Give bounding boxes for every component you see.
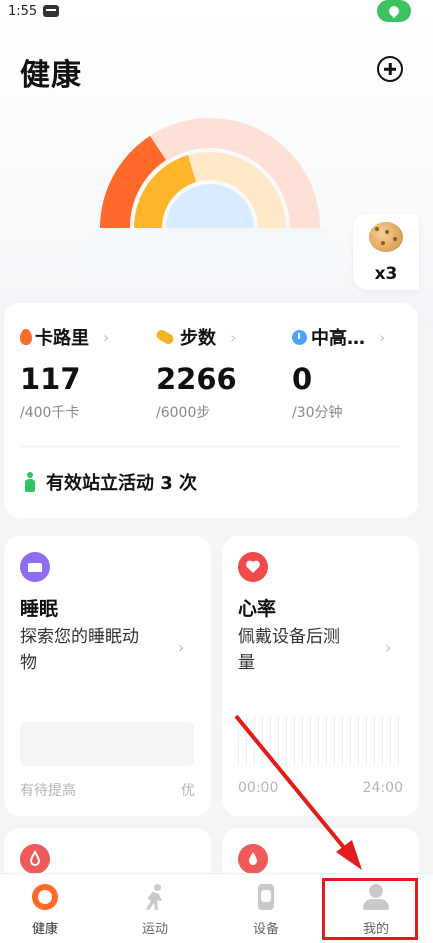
add-button[interactable] xyxy=(377,56,403,82)
bed-icon xyxy=(20,552,50,582)
sleep-desc-line: 物 xyxy=(20,653,37,673)
status-bar: 1:55 xyxy=(0,0,433,22)
location-pin-icon xyxy=(386,3,402,19)
location-pill[interactable] xyxy=(377,0,411,22)
page-title: 健康 xyxy=(20,58,82,93)
heart-rate-chart xyxy=(238,716,402,766)
heart-desc-line: 佩戴设备后测 xyxy=(238,627,340,647)
heart-time-start: 00:00 xyxy=(238,780,279,796)
chevron-right-icon: › xyxy=(379,327,386,347)
sleep-scale-low: 有待提高 xyxy=(20,783,76,799)
activity-rings[interactable] xyxy=(90,108,330,288)
stand-text: 有效站立活动 3 次 xyxy=(46,473,198,494)
stand-activity-row[interactable]: 有效站立活动 3 次 xyxy=(24,469,197,495)
fire-icon xyxy=(20,329,32,345)
stat-goal: /6000步 xyxy=(156,405,211,421)
stat-label: 步数 xyxy=(180,328,216,349)
tab-device[interactable]: 设备 xyxy=(231,884,301,937)
status-time: 1:55 xyxy=(8,3,38,19)
divider xyxy=(20,446,402,447)
chevron-right-icon: › xyxy=(385,638,392,657)
chevron-right-icon: › xyxy=(178,638,185,657)
person-standing-icon xyxy=(24,472,36,492)
sleep-card[interactable]: 睡眠 探索您的睡眠动 物 › 有待提高 优 xyxy=(4,536,211,816)
stat-value: 117 xyxy=(20,362,81,396)
heart-desc-line: 量 xyxy=(238,653,255,673)
tab-exercise[interactable]: 运动 xyxy=(120,884,190,937)
stat-steps[interactable]: 步数 › 2266 /6000步 xyxy=(154,325,237,422)
sleep-title: 睡眠 xyxy=(20,598,59,620)
watch-icon xyxy=(253,884,279,910)
badge-count: x3 xyxy=(374,264,398,284)
sleep-scale-high: 优 xyxy=(181,783,195,799)
clock-icon xyxy=(292,329,307,345)
stat-value: 2266 xyxy=(156,362,237,396)
sleep-quality-bar xyxy=(20,722,194,766)
stat-goal: /30分钟 xyxy=(292,405,343,421)
message-icon xyxy=(43,5,60,17)
stat-active-minutes[interactable]: 中高… › 0 /30分钟 xyxy=(292,325,385,422)
drop-icon xyxy=(20,844,50,874)
tab-label: 设备 xyxy=(252,922,279,937)
heart-time-end: 24:00 xyxy=(362,780,403,796)
tab-health[interactable]: 健康 xyxy=(10,884,80,937)
reward-badge[interactable]: x3 xyxy=(353,214,419,290)
tab-label: 健康 xyxy=(31,922,58,937)
sleep-description: 探索您的睡眠动 物 xyxy=(20,624,139,676)
cookie-icon xyxy=(369,222,403,252)
heart-rate-card[interactable]: 心率 佩戴设备后测 量 › 00:00 24:00 xyxy=(222,536,419,816)
health-ring-icon xyxy=(32,884,58,910)
heart-description: 佩戴设备后测 量 xyxy=(238,624,340,676)
stat-value: 0 xyxy=(292,362,313,396)
stat-label: 中高… xyxy=(311,328,365,349)
chevron-right-icon: › xyxy=(103,327,110,347)
heart-icon xyxy=(238,552,268,582)
stat-label: 卡路里 xyxy=(35,328,89,349)
tab-label: 运动 xyxy=(141,922,168,937)
running-icon xyxy=(142,884,168,910)
activity-stats-card[interactable]: 卡路里 › 117 /400千卡 步数 › 2266 /6000步 中高… › … xyxy=(4,303,418,518)
stat-calories[interactable]: 卡路里 › 117 /400千卡 xyxy=(20,325,109,422)
heart-title: 心率 xyxy=(238,598,277,620)
stat-goal: /400千卡 xyxy=(20,405,80,421)
annotation-highlight-box xyxy=(322,878,418,940)
drop-icon xyxy=(238,844,268,874)
sleep-desc-line: 探索您的睡眠动 xyxy=(20,627,139,647)
chevron-right-icon: › xyxy=(230,327,237,347)
step-icon xyxy=(154,328,176,346)
